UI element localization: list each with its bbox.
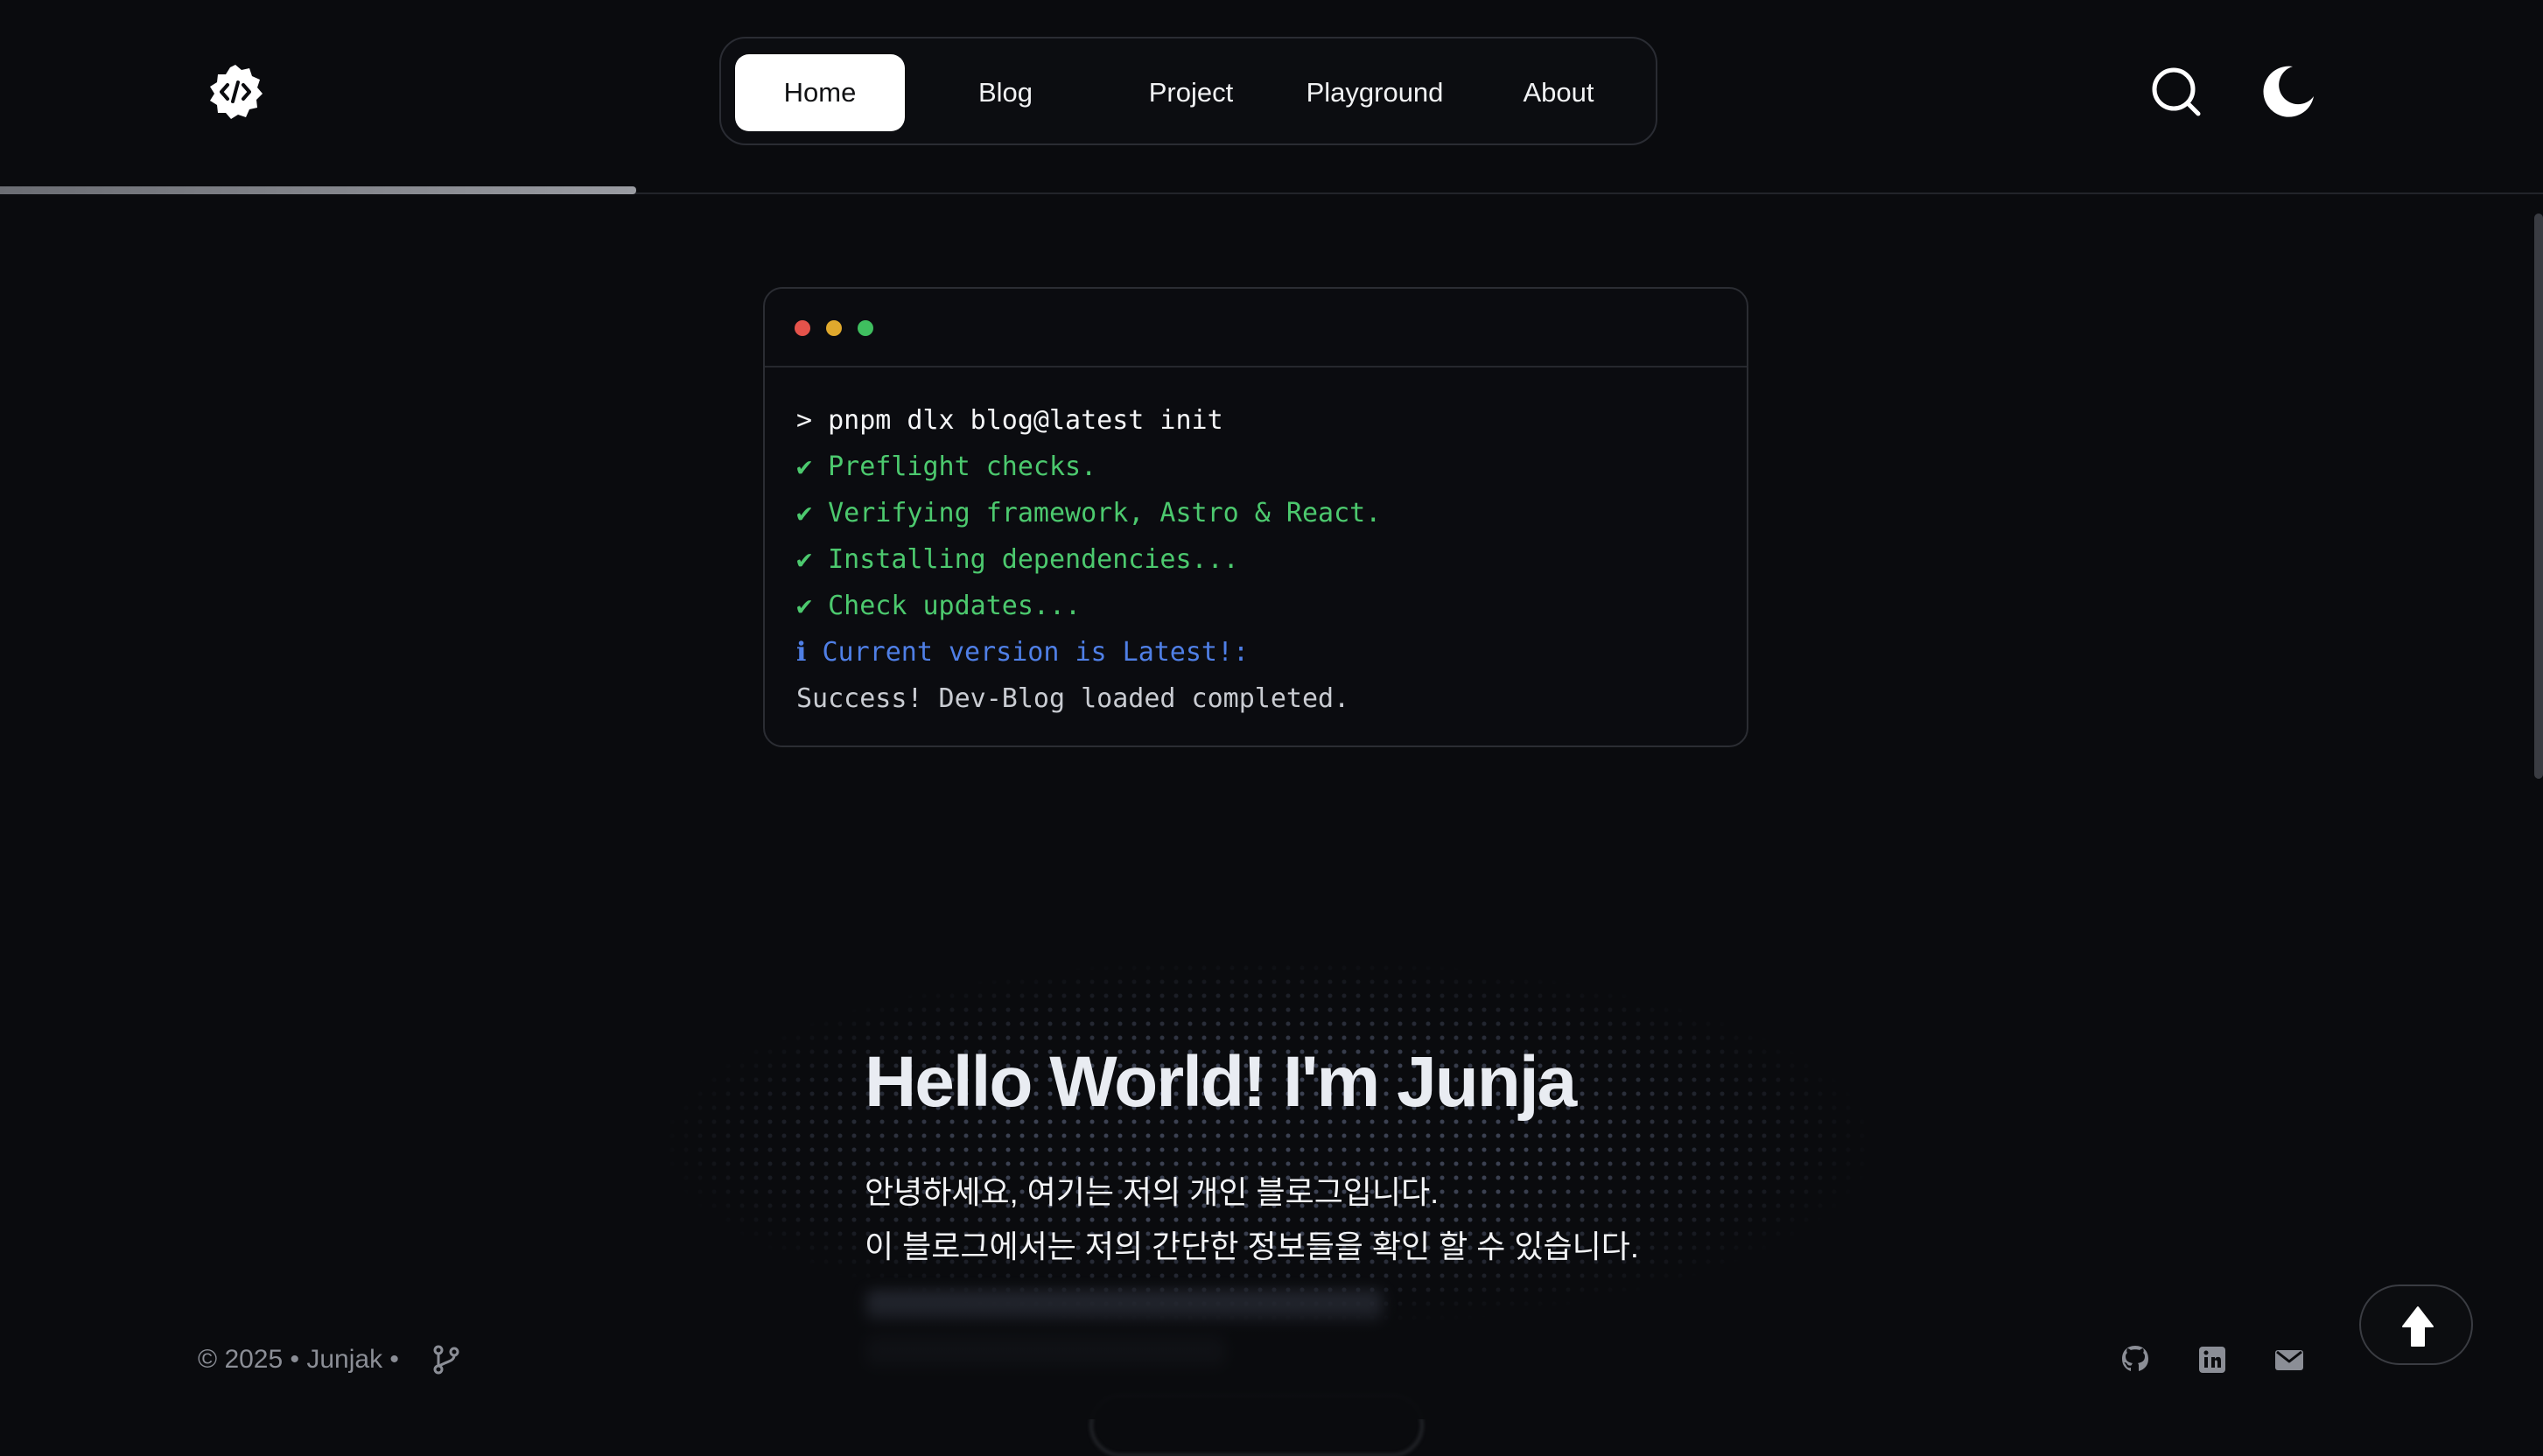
- terminal-line: Success! Dev-Blog loaded completed.: [796, 683, 1350, 714]
- git-branch-icon[interactable]: [431, 1344, 462, 1376]
- nav-blog[interactable]: Blog: [921, 54, 1090, 131]
- hero-intro-line: 이 블로그에서는 저의 간단한 정보들을 확인 할 수 있습니다.: [865, 1228, 1639, 1264]
- nav-playground[interactable]: Playground: [1290, 54, 1460, 131]
- terminal-line: ℹ Current version is Latest!:: [796, 637, 1250, 668]
- terminal-output: > pnpm dlx blog@latest init ✔ Preflight …: [796, 397, 1724, 722]
- terminal-window: > pnpm dlx blog@latest init ✔ Preflight …: [763, 287, 1748, 747]
- page-scrollbar[interactable]: [2534, 214, 2543, 779]
- mail-icon[interactable]: [2272, 1342, 2307, 1377]
- reading-progress-bar: [0, 186, 636, 194]
- main-nav: Home Blog Project Playground About: [719, 37, 1657, 145]
- moon-icon[interactable]: [2258, 61, 2319, 122]
- linkedin-icon[interactable]: [2195, 1342, 2230, 1377]
- terminal-titlebar: [765, 289, 1747, 368]
- nav-about[interactable]: About: [1474, 54, 1643, 131]
- search-icon[interactable]: [2146, 61, 2207, 122]
- arrow-up-icon: [2402, 1306, 2434, 1347]
- scroll-to-top-button[interactable]: [2359, 1284, 2473, 1365]
- maximize-dot-icon: [858, 320, 873, 336]
- github-icon[interactable]: [2118, 1342, 2153, 1377]
- nav-project[interactable]: Project: [1106, 54, 1276, 131]
- terminal-line: ✔ Check updates...: [796, 591, 1082, 621]
- terminal-line: ✔ Installing dependencies...: [796, 544, 1239, 575]
- hero-intro-line: 안녕하세요, 여기는 저의 개인 블로그입니다.: [865, 1174, 1440, 1210]
- site-header: Home Blog Project Playground About: [0, 0, 2543, 194]
- code-badge-icon[interactable]: [207, 63, 264, 121]
- minimize-dot-icon: [826, 320, 842, 336]
- footer-copyright: © 2025 • Junjak •: [198, 1345, 399, 1374]
- hero-title: Hello World! I'm Junja: [865, 1042, 1577, 1122]
- terminal-line: ✔ Preflight checks.: [796, 452, 1097, 482]
- nav-home[interactable]: Home: [735, 54, 905, 131]
- close-dot-icon: [795, 320, 810, 336]
- terminal-line: ✔ Verifying framework, Astro & React.: [796, 498, 1382, 528]
- terminal-line: > pnpm dlx blog@latest init: [796, 405, 1223, 436]
